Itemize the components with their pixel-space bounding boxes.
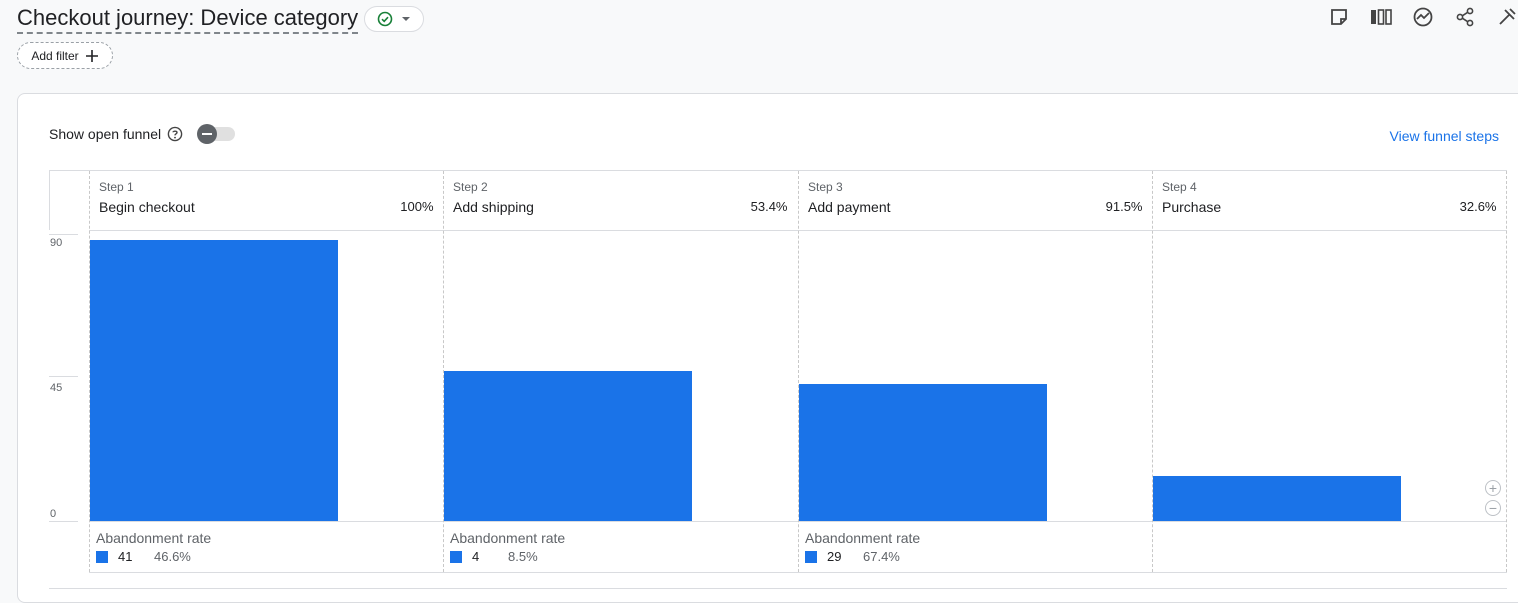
check-circle-icon (377, 11, 393, 27)
chart-bottom-border (89, 572, 1507, 573)
step-percent: 32.6% (1459, 199, 1497, 214)
card-footer-line (49, 588, 1507, 589)
y-tick-label: 45 (50, 382, 63, 394)
abandonment-values: 29 67.4% (805, 549, 900, 564)
abandonment-label: Abandonment rate (805, 530, 921, 546)
share-icon[interactable] (1454, 6, 1476, 28)
y-tick-label: 90 (50, 237, 63, 249)
plus-icon (85, 49, 98, 62)
page-title[interactable]: Checkout journey: Device category (17, 4, 359, 34)
open-funnel-label: Show open funnel (49, 126, 162, 142)
y-tick-line (49, 521, 78, 522)
chart-left-border (49, 170, 50, 230)
compare-icon[interactable] (1370, 6, 1392, 28)
abandonment-count: 29 (827, 549, 842, 564)
add-filter-button[interactable]: Add filter (17, 42, 113, 69)
abandonment-count: 4 (472, 549, 480, 564)
view-funnel-steps-link[interactable]: View funnel steps (1390, 128, 1499, 144)
legend-swatch (96, 550, 108, 563)
help-icon[interactable] (167, 126, 183, 142)
y-tick-label: 0 (50, 508, 57, 520)
step-percent: 91.5% (1105, 199, 1143, 214)
step-divider (1506, 171, 1507, 572)
step-number: Step 2 (453, 180, 488, 194)
legend-swatch (450, 550, 462, 563)
step-number: Step 4 (1162, 180, 1197, 194)
edit-icon[interactable] (1496, 6, 1518, 28)
header-toolbar (1328, 6, 1518, 28)
abandonment-values: 4 8.5% (450, 549, 538, 564)
abandonment-label: Abandonment rate (450, 530, 566, 546)
y-tick-line (49, 234, 78, 235)
abandonment-rate: 8.5% (508, 549, 538, 564)
open-funnel-control: Show open funnel (49, 124, 236, 144)
chart-top-border (49, 170, 1507, 171)
step-number: Step 1 (99, 180, 134, 194)
funnel-bar[interactable] (799, 383, 1047, 521)
step-percent: 100% (400, 199, 434, 214)
notes-icon[interactable] (1328, 6, 1350, 28)
abandonment-count: 41 (118, 549, 133, 564)
legend-swatch (805, 550, 817, 563)
add-filter-label: Add filter (31, 48, 79, 63)
abandonment-rate: 46.6% (154, 549, 191, 564)
funnel-bar[interactable] (90, 240, 338, 521)
insights-icon[interactable] (1412, 6, 1434, 28)
toggle-knob (197, 124, 218, 144)
status-chip[interactable] (364, 6, 425, 32)
zoom-out-icon[interactable]: − (1485, 500, 1501, 516)
abandonment-values: 41 46.6% (96, 549, 191, 564)
caret-down-icon (402, 17, 411, 21)
funnel-bar[interactable] (444, 371, 692, 521)
title-row: Checkout journey: Device category (17, 4, 425, 34)
abandonment-rate: 67.4% (863, 549, 900, 564)
abandonment-label: Abandonment rate (96, 530, 212, 546)
y-tick-line (49, 376, 78, 377)
funnel-bar[interactable] (1153, 476, 1401, 521)
step-number: Step 3 (808, 180, 843, 194)
step-percent: 53.4% (750, 199, 788, 214)
open-funnel-toggle[interactable] (197, 124, 236, 144)
zoom-in-icon[interactable]: + (1485, 480, 1501, 496)
